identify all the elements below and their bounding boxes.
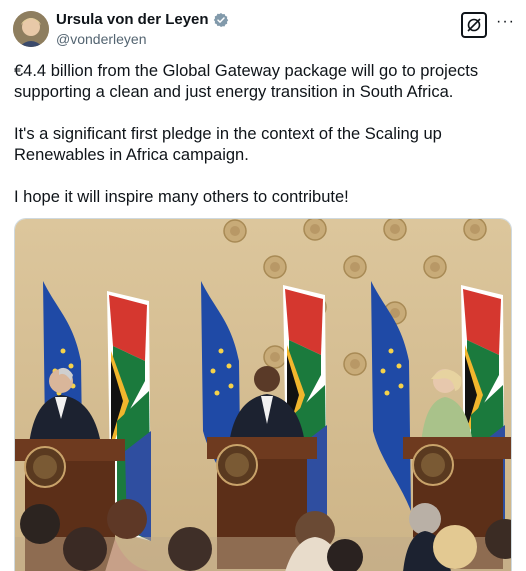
press-conference-photo [15, 219, 511, 571]
post-text: €4.4 billion from the Global Gateway pac… [14, 61, 514, 229]
post-paragraph-3: I hope it will inspire many others to co… [14, 188, 349, 206]
author-avatar[interactable] [13, 11, 49, 47]
post-photo[interactable] [14, 218, 512, 571]
author-name-row: Ursula von der Leyen [56, 11, 229, 28]
post-paragraph-1: €4.4 billion from the Global Gateway pac… [14, 62, 479, 101]
verified-badge-icon [213, 12, 229, 28]
more-options-icon[interactable]: ··· [496, 12, 514, 32]
avatar-image [13, 11, 49, 47]
author-display-name[interactable]: Ursula von der Leyen [56, 11, 209, 28]
author-handle[interactable]: @vonderleyen [56, 31, 147, 47]
post-paragraph-2: It's a significant first pledge in the c… [14, 125, 442, 164]
grok-icon[interactable] [461, 12, 487, 38]
post-card: Ursula von der Leyen @vonderleyen ··· €4… [0, 0, 526, 571]
